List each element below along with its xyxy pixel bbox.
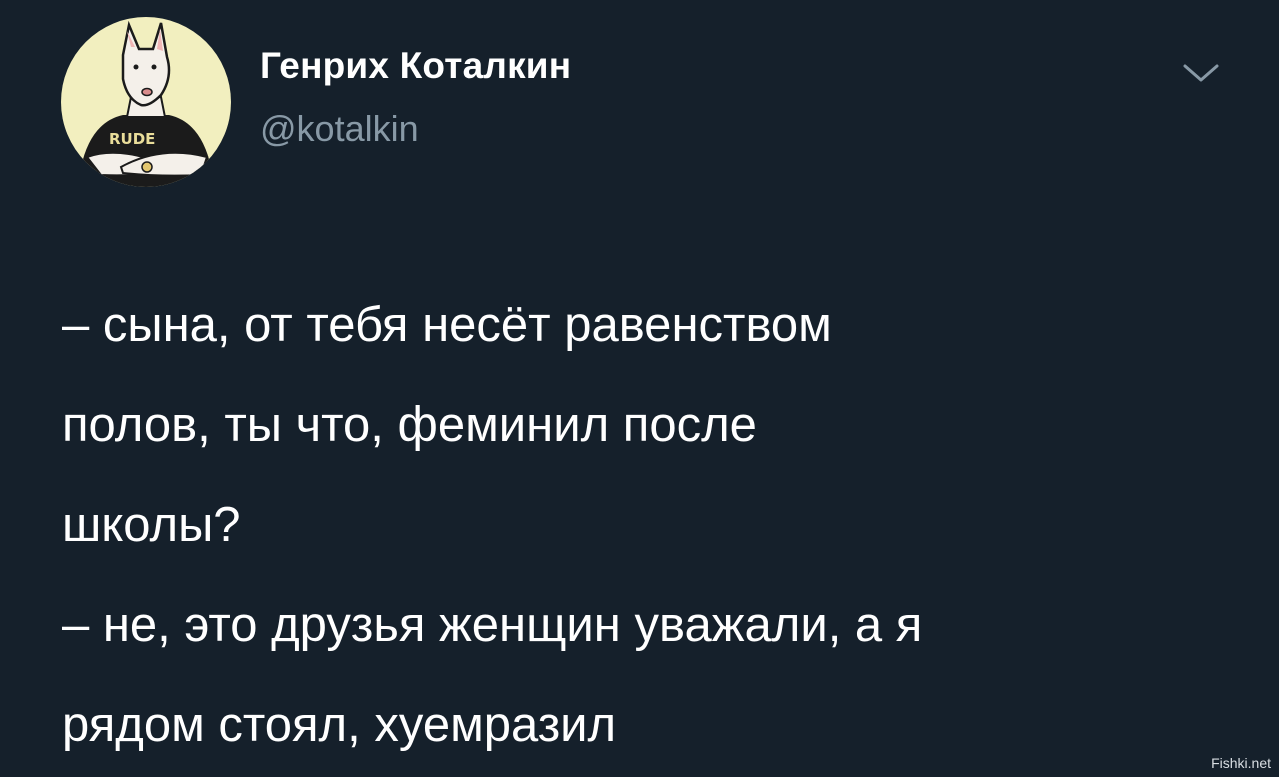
chevron-down-icon[interactable] (1180, 58, 1222, 88)
author-handle[interactable]: @kotalkin (260, 108, 419, 150)
watermark: Fishki.net (1211, 755, 1271, 771)
tweet-text: – сына, от тебя несёт равенством полов, … (62, 275, 1232, 775)
tweet-text-line: рядом стоял, хуемразил (62, 698, 617, 752)
avatar-shirt-text: RUDE (109, 130, 155, 148)
author-display-name[interactable]: Генрих Коталкин (260, 45, 571, 87)
tweet-text-line: полов, ты что, феминил после (62, 398, 757, 452)
tweet-card: RUDE Генрих Коталкин @kotalkin – сына, о… (0, 0, 1279, 777)
tweet-text-line: школы? (62, 498, 241, 552)
tweet-text-line: – не, это друзья женщин уважали, а я (62, 598, 923, 652)
dog-avatar-icon: RUDE (81, 20, 211, 187)
tweet-text-line: – сына, от тебя несёт равенством (62, 298, 832, 352)
author-avatar[interactable]: RUDE (61, 17, 231, 187)
